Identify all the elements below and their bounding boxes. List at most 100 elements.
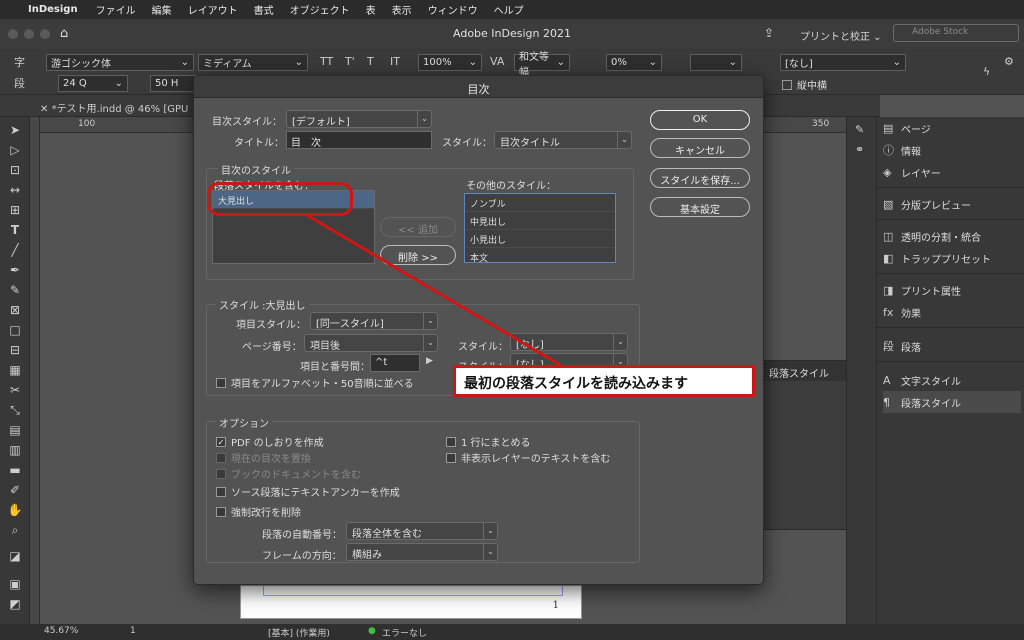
lightning-icon[interactable]: ϟ xyxy=(983,65,990,78)
font-size-field[interactable]: 24 Q ⌄ xyxy=(58,75,128,92)
between-menu-arrow-icon[interactable]: ▶ xyxy=(426,356,433,366)
gear-icon[interactable]: ⚙ xyxy=(1004,55,1014,68)
rectangle-frame-tool-icon[interactable]: ⊠ xyxy=(7,303,23,319)
document-tab[interactable]: ✕ *テスト用.indd @ 46% [GPU プレ xyxy=(40,100,212,115)
panel-effects[interactable]: fx 効果 xyxy=(883,301,1021,323)
remove-style-button[interactable]: 削除 >> xyxy=(380,245,456,265)
panel-paragraph[interactable]: 段段落 xyxy=(883,335,1021,357)
entry-style-select[interactable]: [同一スタイル] ⌄ xyxy=(310,312,438,330)
pencil-tool-icon[interactable]: ✎ xyxy=(7,283,23,299)
type-tool-icon[interactable]: T xyxy=(7,223,23,239)
rectangle-tool-icon[interactable]: □ xyxy=(7,323,23,339)
menu-app-name[interactable]: InDesign xyxy=(28,4,78,15)
other-style-item[interactable]: ノンブル xyxy=(465,194,615,212)
numbering-select[interactable]: 段落全体を含む ⌄ xyxy=(346,522,498,540)
hidden-layers-checkbox[interactable]: 非表示レイヤーのテキストを含む xyxy=(446,450,610,465)
page-number-style-select[interactable]: [なし] ⌄ xyxy=(510,333,628,351)
leading-field[interactable]: 50 H xyxy=(150,75,196,92)
remove-breaks-checkbox[interactable]: 強制改行を削除 xyxy=(216,504,301,519)
font-weight-select[interactable]: ミディアム ⌄ xyxy=(198,54,308,71)
pdf-bookmarks-checkbox[interactable]: ✓ PDF のしおりを作成 xyxy=(216,434,324,449)
menu-type[interactable]: 書式 xyxy=(254,2,274,17)
menu-object[interactable]: オブジェクト xyxy=(290,2,350,17)
zoom-level[interactable]: 45.67% xyxy=(44,626,78,636)
apply-color-icon[interactable]: ▣ xyxy=(7,577,23,593)
sort-alphabetical-checkbox[interactable]: 項目をアルファベット・50音順に並べる xyxy=(216,375,414,390)
text-anchor-checkbox[interactable]: ソース段落にテキストアンカーを作成 xyxy=(216,484,400,499)
other-style-item[interactable]: 本文 xyxy=(465,248,615,262)
include-book-checkbox[interactable]: ブックのドキュメントを含む xyxy=(216,466,361,481)
panel-flattener[interactable]: ◫ 透明の分割・統合 xyxy=(883,225,1021,247)
page-number-field[interactable]: 1 xyxy=(130,626,136,636)
note-tool-icon[interactable]: ▬ xyxy=(7,463,23,479)
replace-toc-checkbox[interactable]: 現在の目次を置換 xyxy=(216,450,311,465)
screen-mode-icon[interactable]: ◩ xyxy=(7,597,23,613)
panel-print-attributes[interactable]: ◨ プリント属性 xyxy=(883,279,1021,301)
vertical-ruler[interactable] xyxy=(30,117,40,627)
gap-tool-icon[interactable]: ↔ xyxy=(7,183,23,199)
table-tool-icon[interactable]: ▦ xyxy=(7,363,23,379)
panel-info[interactable]: ⓘ 情報 xyxy=(883,139,1021,161)
blank-select[interactable]: ⌄ xyxy=(690,54,742,71)
edit-text-icon[interactable]: ✎ xyxy=(855,123,864,136)
kerning-icon[interactable]: VA xyxy=(490,55,504,68)
pen-tool-icon[interactable]: ✒ xyxy=(7,263,23,279)
frame-direction-select[interactable]: 横組み ⌄ xyxy=(346,543,498,561)
share-icon[interactable]: ⇪ xyxy=(764,26,774,40)
other-style-item[interactable]: 中見出し xyxy=(465,212,615,230)
panel-separations-preview[interactable]: ▧ 分版プレビュー xyxy=(883,193,1021,215)
scale-field[interactable]: 100% ⌄ xyxy=(418,54,482,71)
character-mode-icon[interactable]: 字 xyxy=(14,54,25,70)
title-input[interactable]: 目 次 xyxy=(286,131,432,149)
gradient-tool-icon[interactable]: ▤ xyxy=(7,423,23,439)
line-tool-icon[interactable]: ╱ xyxy=(7,243,23,259)
hand-tool-icon[interactable]: ✋ xyxy=(7,503,23,519)
menu-help[interactable]: ヘルプ xyxy=(494,2,524,17)
zoom-tool-icon[interactable]: ⌕ xyxy=(7,523,23,539)
between-input[interactable]: ^t xyxy=(370,354,420,372)
panel-pages[interactable]: ▤ ページ xyxy=(883,117,1021,139)
menu-edit[interactable]: 編集 xyxy=(152,2,172,17)
superscript-icon[interactable]: T' xyxy=(345,55,355,68)
scissors-tool-icon[interactable]: ✂ xyxy=(7,383,23,399)
char-style-select[interactable]: [なし] ⌄ xyxy=(780,54,906,71)
panel-paragraph-styles[interactable]: ¶ 段落スタイル xyxy=(883,391,1021,413)
toc-style-select[interactable]: [デフォルト] ⌄ xyxy=(286,110,432,128)
ok-button[interactable]: OK xyxy=(650,110,750,130)
other-style-item[interactable]: 小見出し xyxy=(465,230,615,248)
preflight-status[interactable]: エラーなし xyxy=(382,626,427,639)
cancel-button[interactable]: キャンセル xyxy=(650,138,750,158)
adobe-stock-search[interactable]: Adobe Stock xyxy=(893,24,1019,42)
tt-caps-icon[interactable]: TT xyxy=(320,55,333,68)
menu-table[interactable]: 表 xyxy=(366,2,376,17)
menu-window[interactable]: ウィンドウ xyxy=(428,2,478,17)
menu-layout[interactable]: レイアウト xyxy=(188,2,238,17)
font-family-select[interactable]: 游ゴシック体 ⌄ xyxy=(46,54,194,71)
menu-view[interactable]: 表示 xyxy=(392,2,412,17)
panel-layers[interactable]: ◈ レイヤー xyxy=(883,161,1021,183)
vertical-scale-icon[interactable]: IT xyxy=(390,55,400,68)
print-proof-menu[interactable]: プリントと校正 ⌄ xyxy=(800,28,882,43)
panel-trap-presets[interactable]: ◧ トラッププリセット xyxy=(883,247,1021,269)
fill-stroke-icon[interactable]: ◪ xyxy=(7,549,23,565)
page-number-select[interactable]: 項目後 ⌄ xyxy=(304,334,438,352)
run-in-checkbox[interactable]: 1 行にまとめる xyxy=(446,434,531,449)
preflight-profile[interactable]: [基本] (作業用) xyxy=(268,626,330,639)
content-collector-icon[interactable]: ⊞ xyxy=(7,203,23,219)
title-style-select[interactable]: 目次タイトル ⌄ xyxy=(494,131,632,149)
grid-tool-icon[interactable]: ⊟ xyxy=(7,343,23,359)
selection-tool-icon[interactable]: ➤ xyxy=(7,123,23,139)
gradient-feather-icon[interactable]: ▥ xyxy=(7,443,23,459)
add-style-button[interactable]: << 追加 xyxy=(380,217,456,237)
tracking-field[interactable]: 0% ⌄ xyxy=(606,54,662,71)
kerning-select[interactable]: 和文等幅 ⌄ xyxy=(514,52,570,78)
direct-selection-tool-icon[interactable]: ▷ xyxy=(7,143,23,159)
menu-file[interactable]: ファイル xyxy=(96,2,136,17)
paragraph-mode-icon[interactable]: 段 xyxy=(14,75,25,91)
other-styles-list[interactable]: ノンブル 中見出し 小見出し 本文 xyxy=(464,193,616,263)
document-page[interactable]: 1 xyxy=(240,585,582,619)
panel-character-styles[interactable]: A 文字スタイル xyxy=(883,369,1021,391)
save-style-button[interactable]: スタイルを保存... xyxy=(650,168,750,188)
basic-settings-button[interactable]: 基本設定 xyxy=(650,197,750,217)
underline-icon[interactable]: T xyxy=(367,55,374,68)
